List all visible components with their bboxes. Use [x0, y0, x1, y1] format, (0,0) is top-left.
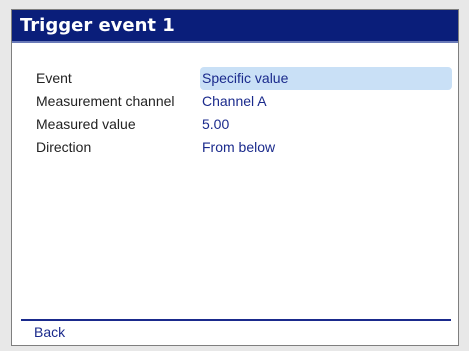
- param-row-direction[interactable]: Direction From below: [12, 136, 458, 159]
- param-value-measured-value[interactable]: 5.00: [200, 113, 452, 136]
- footer-divider: [21, 319, 451, 321]
- trigger-event-screen: Trigger event 1 Event Specific value Mea…: [11, 9, 459, 346]
- param-row-event[interactable]: Event Specific value: [12, 67, 458, 90]
- param-value-event[interactable]: Specific value: [200, 67, 452, 90]
- title-bar: Trigger event 1: [12, 10, 458, 43]
- param-label-measurement-channel: Measurement channel: [36, 93, 175, 109]
- param-row-measurement-channel[interactable]: Measurement channel Channel A: [12, 90, 458, 113]
- param-label-direction: Direction: [36, 139, 92, 155]
- param-value-measurement-channel[interactable]: Channel A: [200, 90, 452, 113]
- param-row-measured-value[interactable]: Measured value 5.00: [12, 113, 458, 136]
- page-title: Trigger event 1: [20, 15, 175, 36]
- param-label-measured-value: Measured value: [36, 116, 136, 132]
- back-button[interactable]: Back: [34, 324, 65, 341]
- param-value-direction[interactable]: From below: [200, 136, 452, 159]
- param-label-event: Event: [36, 70, 72, 86]
- parameter-list: Event Specific value Measurement channel…: [12, 67, 458, 159]
